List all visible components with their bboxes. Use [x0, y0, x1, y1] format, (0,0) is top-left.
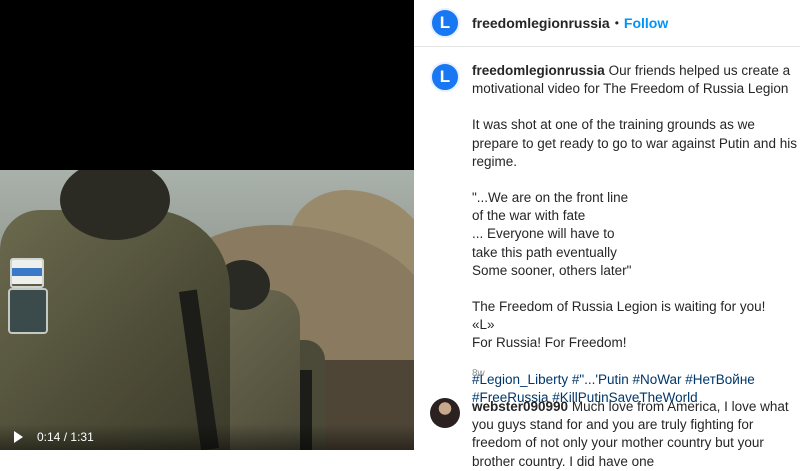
post-header: L freedomlegionrussia • Follow [414, 0, 800, 47]
quote-line: take this path eventually [472, 244, 617, 260]
caption-text: freedomlegionrussia Our friends helped u… [472, 62, 800, 425]
quote-line: of the war with fate [472, 208, 586, 224]
avatar[interactable]: L [430, 8, 460, 38]
play-icon[interactable] [14, 431, 23, 443]
post-age[interactable]: 8w [472, 368, 485, 379]
current-time: 0:14 [37, 430, 61, 444]
video-controls: 0:14 / 1:31 [0, 424, 414, 450]
comment-text: webster090990 Much love from America, I … [472, 398, 792, 471]
hashtag-link[interactable]: #NoWar [633, 372, 682, 387]
video-player[interactable]: 0:14 / 1:31 [0, 0, 414, 450]
caption-paragraph-2: It was shot at one of the training groun… [472, 117, 797, 169]
avatar-letter: L [439, 67, 451, 86]
post-panel: L freedomlegionrussia • Follow L freedom… [414, 0, 800, 469]
hashtag-link[interactable]: #"...'Putin [572, 372, 629, 387]
caption-line: For Russia! For Freedom! [472, 335, 627, 351]
caption-line: The Freedom of Russia Legion is waiting … [472, 299, 766, 315]
quote-line: ... Everyone will have to [472, 226, 615, 242]
header-username[interactable]: freedomlegionrussia [472, 15, 610, 31]
caption-paragraph-1: freedomlegionrussia Our friends helped u… [472, 62, 800, 98]
hashtag-link[interactable]: #НетВойне [685, 372, 755, 387]
video-frame[interactable] [0, 170, 414, 450]
quote-line: Some sooner, others later" [472, 262, 632, 278]
hashtag-link[interactable]: #Legion_Liberty [472, 372, 568, 387]
caption-line: «L» [472, 317, 495, 333]
caption-paragraph-4: The Freedom of Russia Legion is waiting … [472, 298, 800, 353]
avatar-letter: L [439, 13, 451, 32]
caption-quote: "...We are on the front line of the war … [472, 189, 800, 280]
follow-button[interactable]: Follow [624, 15, 668, 31]
caption-username[interactable]: freedomlegionrussia [472, 63, 605, 78]
commenter-avatar[interactable] [430, 398, 460, 428]
time-separator: / [63, 430, 68, 444]
separator-dot: • [614, 16, 619, 30]
video-time: 0:14 / 1:31 [37, 430, 94, 444]
shoulder-patch [8, 288, 48, 334]
duration: 1:31 [70, 430, 94, 444]
caption-avatar[interactable]: L [430, 62, 460, 92]
quote-line: "...We are on the front line [472, 190, 629, 206]
commenter-username[interactable]: webster090990 [472, 399, 568, 414]
post-caption: L freedomlegionrussia Our friends helped… [430, 62, 800, 425]
flag-patch [10, 258, 44, 288]
comment-item: webster090990 Much love from America, I … [430, 398, 800, 471]
